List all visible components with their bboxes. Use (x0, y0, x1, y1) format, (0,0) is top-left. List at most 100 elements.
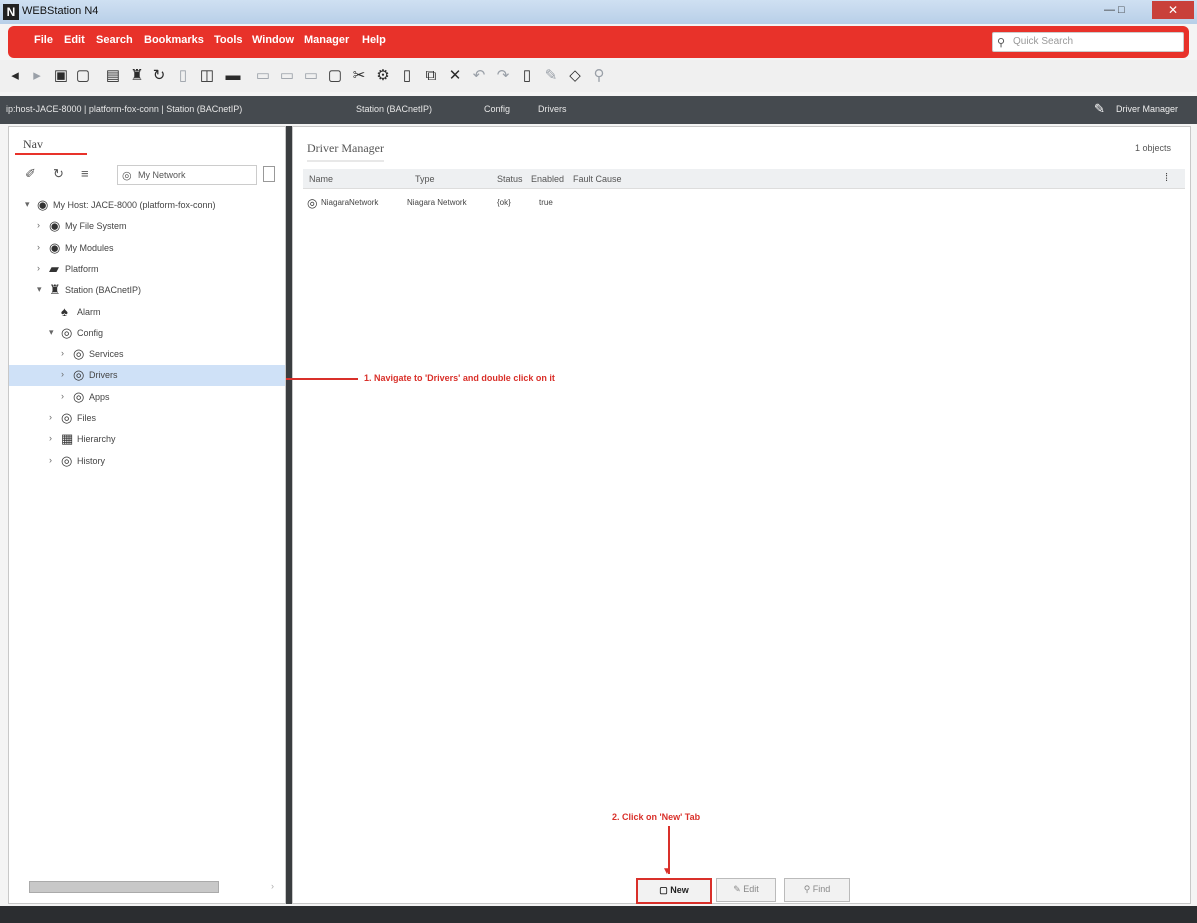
menu-file[interactable]: File (34, 34, 53, 46)
tag-icon[interactable]: ◇ (566, 67, 584, 85)
column-menu-icon[interactable]: ⁞ (1165, 172, 1168, 184)
tree-item[interactable]: › ◎ History (9, 451, 285, 472)
expand-right-icon[interactable]: › (49, 433, 52, 443)
network-select[interactable]: ◎ My Network (117, 165, 257, 185)
tree-node-icon: ◉ (37, 197, 49, 212)
menu-tools[interactable]: Tools (214, 34, 243, 46)
expand-right-icon[interactable]: › (61, 348, 64, 358)
menu-window[interactable]: Window (252, 34, 294, 46)
duplicate-icon[interactable]: ⧉ (422, 67, 440, 85)
driver-manager-panel: Driver Manager 1 objects Name Type Statu… (292, 126, 1191, 904)
annotation-pointer-drivers (286, 378, 358, 380)
menu-search[interactable]: Search (96, 34, 133, 46)
nav-tab[interactable]: Nav (15, 133, 87, 155)
tree-item[interactable]: ♠ Alarm (9, 302, 285, 323)
expand-down-icon[interactable]: ▾ (49, 327, 54, 338)
refresh-icon[interactable]: ↻ (150, 67, 168, 85)
expand-down-icon[interactable]: ▾ (25, 199, 30, 210)
view-selector-icon[interactable]: ✎ (1094, 101, 1105, 117)
breadcrumb-drivers[interactable]: Drivers (538, 104, 567, 114)
console-icon[interactable]: ▬ (224, 67, 242, 85)
undo-icon[interactable]: ↶ (470, 67, 488, 85)
expand-right-icon[interactable]: › (49, 412, 52, 422)
column-header-fault-cause[interactable]: Fault Cause (573, 174, 622, 184)
side-bar-icon[interactable]: ◫ (198, 67, 216, 85)
tree-item-label: Hierarchy (77, 434, 116, 445)
find-icon[interactable]: ⚲ (590, 67, 608, 85)
home-icon[interactable]: ▣ (52, 67, 70, 85)
nav-list-icon[interactable]: ≡ (81, 166, 89, 181)
cut-icon[interactable]: ✂ (350, 67, 368, 85)
tree-item[interactable]: › ◎ Apps (9, 387, 285, 408)
tree-item[interactable]: ▾ ♜ Station (BACnetIP) (9, 280, 285, 301)
expand-right-icon[interactable]: › (37, 220, 40, 230)
search-icon: ⚲ (997, 37, 1006, 49)
expand-right-icon[interactable]: › (61, 391, 64, 401)
paste-icon[interactable]: ▯ (398, 67, 416, 85)
expand-right-icon[interactable]: › (37, 263, 40, 273)
export-icon[interactable]: ▭ (302, 67, 320, 85)
menu-edit[interactable]: Edit (64, 34, 85, 46)
tree-item[interactable]: › ◎ Files (9, 408, 285, 429)
new-button[interactable]: ▢ New (636, 878, 712, 904)
column-header-status[interactable]: Status (497, 174, 523, 184)
quick-search-input[interactable]: ⚲ Quick Search (992, 32, 1184, 52)
forward-icon[interactable]: ▸ (28, 67, 46, 85)
expand-right-icon[interactable]: › (49, 455, 52, 465)
breadcrumb-station[interactable]: Station (BACnetIP) (356, 104, 432, 114)
tree-item[interactable]: › ◉ My File System (9, 216, 285, 237)
title-bar: N WEBStation N4 — □ ✕ (0, 0, 1197, 24)
tree-item[interactable]: › ◎ Services (9, 344, 285, 365)
tree-item[interactable]: › ◉ My Modules (9, 238, 285, 259)
bookmark-icon[interactable]: ♜ (128, 67, 146, 85)
close-icon[interactable]: ✕ (1152, 1, 1194, 19)
breadcrumb-config[interactable]: Config (484, 104, 510, 114)
table-header: Name Type Status Enabled Fault Cause ⁞ (303, 169, 1185, 189)
redo-icon[interactable]: ↷ (494, 67, 512, 85)
tree-item[interactable]: ▾ ◉ My Host: JACE-8000 (platform-fox-conn) (9, 195, 285, 216)
save-all-icon[interactable]: ▭ (278, 67, 296, 85)
cell-name: NiagaraNetwork (321, 198, 379, 207)
nav-refresh-icon[interactable]: ↻ (53, 166, 64, 182)
view-selector-label[interactable]: Driver Manager (1116, 104, 1178, 114)
save-icon[interactable]: ▭ (254, 67, 272, 85)
nav-edit-icon[interactable]: ✐ (25, 166, 36, 182)
menu-manager[interactable]: Manager (304, 34, 349, 46)
tree-item[interactable]: › ▦ Hierarchy (9, 429, 285, 450)
column-header-type[interactable]: Type (415, 174, 435, 184)
nav-panel: Nav ✐ ↻ ≡ ◎ My Network ▾ ◉ My Host: JACE-8… (8, 126, 286, 904)
back-icon[interactable]: ◂ (6, 67, 24, 85)
column-header-enabled[interactable]: Enabled (531, 174, 564, 184)
folder-icon[interactable]: ▤ (104, 67, 122, 85)
network-icon: ◎ (307, 196, 318, 210)
menu-help[interactable]: Help (362, 34, 386, 46)
nav-collapse-icon[interactable] (263, 166, 275, 182)
app-logo-icon: N (3, 4, 19, 20)
rename-icon[interactable]: ✎ (542, 67, 560, 85)
tree-item[interactable]: ▾ ◎ Config (9, 323, 285, 344)
find-button[interactable]: ⚲ Find (784, 878, 850, 902)
tree-item[interactable]: › ▰ Platform (9, 259, 285, 280)
expand-down-icon[interactable]: ▾ (37, 284, 42, 295)
window-min-max-buttons[interactable]: — □ (1104, 4, 1125, 16)
column-header-name[interactable]: Name (309, 174, 333, 184)
expand-right-icon[interactable]: › (61, 369, 64, 379)
tree-item[interactable]: › ◎ Drivers (9, 365, 285, 387)
delete-icon[interactable]: ✕ (446, 67, 464, 85)
tree-item-label: My Modules (65, 242, 114, 253)
scroll-right-icon[interactable]: › (271, 881, 274, 891)
breadcrumb: ip:host-JACE-8000 | platform-fox-conn | … (0, 96, 1197, 124)
document-icon[interactable]: ▯ (518, 67, 536, 85)
tree-item-label: Drivers (89, 370, 118, 381)
table-row[interactable]: ◎ NiagaraNetwork Niagara Network {ok} tr… (303, 195, 1185, 213)
menu-bookmarks[interactable]: Bookmarks (144, 34, 204, 46)
monitor-dropdown-icon[interactable]: ▢ (74, 67, 92, 85)
edit-button[interactable]: ✎ Edit (716, 878, 776, 902)
copy-icon[interactable]: ⚙ (374, 67, 392, 85)
expand-right-icon[interactable]: › (37, 242, 40, 252)
breadcrumb-host[interactable]: ip:host-JACE-8000 | platform-fox-conn | … (6, 104, 242, 114)
page-icon[interactable]: ▯ (174, 67, 192, 85)
nav-horizontal-scrollbar[interactable] (29, 881, 219, 893)
status-bar (0, 906, 1197, 923)
new-icon[interactable]: ▢ (326, 67, 344, 85)
